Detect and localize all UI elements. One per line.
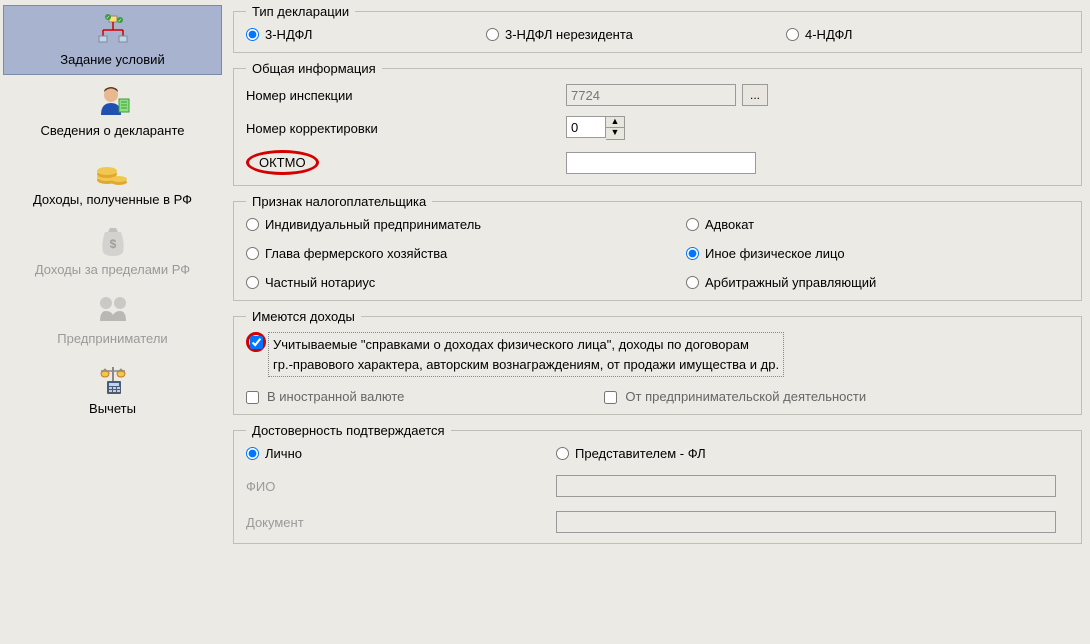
radio-label: Представителем - ФЛ: [575, 446, 706, 461]
income-entrepreneur-label: От предпринимательской деятельности: [625, 389, 866, 404]
spinner-down-button[interactable]: ▼: [606, 128, 624, 139]
taxpayer-group: Признак налогоплательщика Индивидуальный…: [233, 194, 1082, 301]
nav-label: Вычеты: [7, 401, 218, 417]
radio-label: 4-НДФЛ: [805, 27, 852, 42]
radio-label: 3-НДФЛ нерезидента: [505, 27, 633, 42]
radio-label: Адвокат: [705, 217, 754, 232]
inspection-input: [566, 84, 736, 106]
income-main-text: Учитываемые "справками о доходах физичес…: [268, 332, 784, 377]
oktmo-input[interactable]: [566, 152, 756, 174]
nav-deductions[interactable]: Вычеты: [3, 355, 222, 423]
nav-entrepreneurs: Предприниматели: [3, 285, 222, 353]
radio-label: Индивидуальный предприниматель: [265, 217, 481, 232]
correction-label: Номер корректировки: [246, 121, 446, 136]
radio-personally[interactable]: [246, 447, 259, 460]
income-foreign-label: В иностранной валюте: [267, 389, 404, 404]
oktmo-label: ОКТМО: [259, 155, 306, 170]
scale-calc-icon: [93, 363, 133, 397]
radio-label: 3-НДФЛ: [265, 27, 312, 42]
svg-text:✓: ✓: [105, 15, 109, 21]
legend: Тип декларации: [246, 4, 355, 19]
radio-ip[interactable]: [246, 218, 259, 231]
inspection-label: Номер инспекции: [246, 88, 446, 103]
nav-label: Предприниматели: [7, 331, 218, 347]
handshake-icon: [93, 293, 133, 327]
oktmo-highlight: ОКТМО: [246, 150, 319, 175]
nav-label: Задание условий: [8, 52, 217, 68]
income-main-checkbox[interactable]: [250, 336, 263, 349]
income-entrepreneur-checkbox[interactable]: [604, 391, 617, 404]
radio-notary[interactable]: [246, 276, 259, 289]
nav-declarant[interactable]: Сведения о декларанте: [3, 77, 222, 145]
nav-income-foreign: $ Доходы за пределами РФ: [3, 216, 222, 284]
nav-label: Доходы за пределами РФ: [7, 262, 218, 278]
money-bag-icon: $: [93, 224, 133, 258]
nav-conditions[interactable]: ✓✓ Задание условий: [3, 5, 222, 75]
trust-group: Достоверность подтверждается Лично Предс…: [233, 423, 1082, 544]
legend: Признак налогоплательщика: [246, 194, 432, 209]
svg-text:$: $: [109, 237, 116, 251]
radio-label: Глава фермерского хозяйства: [265, 246, 447, 261]
main-panel: Тип декларации 3-НДФЛ 3-НДФЛ нерезидента…: [225, 0, 1090, 644]
inspection-browse-button[interactable]: ...: [742, 84, 768, 106]
radio-label: Иное физическое лицо: [705, 246, 845, 261]
radio-label: Лично: [265, 446, 302, 461]
radio-label: Арбитражный управляющий: [705, 275, 876, 290]
nav-label: Доходы, полученные в РФ: [7, 192, 218, 208]
doc-input: [556, 511, 1056, 533]
radio-4ndfl[interactable]: [786, 28, 799, 41]
person-icon: [93, 85, 133, 119]
nav-label: Сведения о декларанте: [7, 123, 218, 139]
radio-advocate[interactable]: [686, 218, 699, 231]
legend: Имеются доходы: [246, 309, 361, 324]
legend: Достоверность подтверждается: [246, 423, 451, 438]
fio-label: ФИО: [246, 479, 556, 494]
radio-representative[interactable]: [556, 447, 569, 460]
radio-arbitrator[interactable]: [686, 276, 699, 289]
radio-farm-head[interactable]: [246, 247, 259, 260]
nav-income-rf[interactable]: Доходы, полученные в РФ: [3, 146, 222, 214]
declaration-type-group: Тип декларации 3-НДФЛ 3-НДФЛ нерезидента…: [233, 4, 1082, 53]
svg-text:✓: ✓: [117, 18, 121, 24]
income-main-highlight: [246, 332, 266, 352]
correction-input[interactable]: [566, 116, 606, 138]
sidebar: ✓✓ Задание условий Сведения о декларанте…: [0, 0, 225, 644]
coins-icon: [93, 154, 133, 188]
radio-other-person[interactable]: [686, 247, 699, 260]
radio-label: Частный нотариус: [265, 275, 375, 290]
radio-3ndfl[interactable]: [246, 28, 259, 41]
radio-3ndfl-nonres[interactable]: [486, 28, 499, 41]
legend: Общая информация: [246, 61, 382, 76]
hierarchy-icon: ✓✓: [93, 14, 133, 48]
income-foreign-checkbox[interactable]: [246, 391, 259, 404]
general-info-group: Общая информация Номер инспекции ... Ном…: [233, 61, 1082, 186]
income-group: Имеются доходы Учитываемые "справками о …: [233, 309, 1082, 415]
fio-input: [556, 475, 1056, 497]
doc-label: Документ: [246, 515, 556, 530]
